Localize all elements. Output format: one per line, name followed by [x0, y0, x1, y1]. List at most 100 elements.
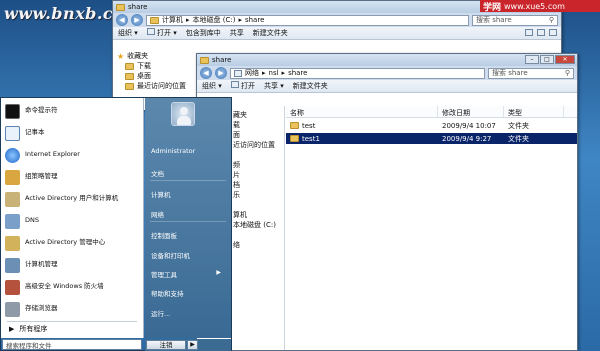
- program-computer-mgmt[interactable]: 计算机管理: [1, 254, 143, 276]
- include-library-button[interactable]: 包含到库中: [186, 28, 221, 38]
- place-devices-printers[interactable]: 设备和打印机: [151, 250, 190, 260]
- address-row: ◀ ▶ 计算机 ▸ 本地磁盘 (C:) ▸ share 搜索 share ⚲: [113, 13, 561, 27]
- place-network[interactable]: 网络: [151, 209, 164, 219]
- watermark-url: www.xue5.com: [504, 1, 565, 11]
- watermark-right: 学网 www.xue5.com: [480, 0, 600, 13]
- back-button[interactable]: ◀: [200, 67, 212, 79]
- logoff-button[interactable]: 注销: [146, 340, 186, 350]
- nav-fragment[interactable]: 乐: [233, 190, 284, 200]
- program-gpo[interactable]: 组策略管理: [1, 166, 143, 188]
- address-bar[interactable]: 网络 ▸ nsl ▸ share: [230, 67, 485, 79]
- dns-icon: [5, 213, 20, 229]
- nav-fragment[interactable]: 近访问的位置: [233, 140, 284, 150]
- preview-pane-icon[interactable]: [537, 29, 545, 36]
- nav-fragment[interactable]: 频: [233, 160, 284, 170]
- place-admin-tools[interactable]: 管理工具 ▶: [151, 269, 225, 279]
- place-control-panel[interactable]: 控制面板: [151, 230, 177, 240]
- breadcrumb-2[interactable]: share: [245, 16, 264, 24]
- watermark-cn: 学网: [483, 2, 502, 13]
- place-run[interactable]: 运行...: [151, 308, 170, 318]
- nav-fragment[interactable]: 档: [233, 180, 284, 190]
- column-name[interactable]: 名称: [286, 106, 438, 117]
- folder-icon: [290, 122, 299, 129]
- help-icon[interactable]: [549, 29, 557, 36]
- share-button[interactable]: 共享: [230, 28, 244, 38]
- program-storage[interactable]: 存储浏览器: [1, 298, 143, 320]
- toolbar: 组织 ▾ 打开 共享 ▾ 新建文件夹: [197, 80, 577, 93]
- start-menu: 命令提示符 记事本 Internet Explorer 组策略管理 Active…: [0, 97, 232, 351]
- address-row: ◀ ▶ 网络 ▸ nsl ▸ share 搜索 share ⚲: [197, 66, 577, 80]
- close-button[interactable]: ✕: [555, 55, 575, 64]
- breadcrumb-0[interactable]: 计算机: [162, 15, 183, 25]
- forward-button[interactable]: ▶: [215, 67, 227, 79]
- file-row[interactable]: test 2009/9/4 10:07 文件夹: [286, 120, 577, 131]
- nav-fragment[interactable]: 面: [233, 130, 284, 140]
- breadcrumb-2[interactable]: share: [288, 69, 307, 77]
- nav-favorites[interactable]: ★ 收藏夹: [117, 51, 191, 61]
- new-folder-button[interactable]: 新建文件夹: [253, 28, 288, 38]
- start-search-input[interactable]: 搜索程序和文件: [2, 339, 142, 350]
- ie-icon: [5, 147, 20, 163]
- program-firewall[interactable]: 高级安全 Windows 防火墙: [1, 276, 143, 298]
- search-icon: ⚲: [564, 69, 570, 77]
- share-button[interactable]: 共享 ▾: [264, 81, 284, 91]
- column-headers: 名称 修改日期 类型: [286, 106, 577, 118]
- place-help[interactable]: 帮助和支持: [151, 288, 184, 298]
- breadcrumb-1[interactable]: nsl: [269, 69, 279, 77]
- nav-fragment[interactable]: 络: [233, 240, 284, 250]
- start-menu-places: Administrator 文档 计算机 网络 控制面板 设备和打印机 管理工具…: [145, 98, 231, 338]
- start-bottom-bar: 注销 ▶: [145, 339, 231, 351]
- column-date[interactable]: 修改日期: [438, 106, 504, 117]
- nav-fragment[interactable]: 藏夹: [233, 110, 284, 120]
- maximize-button[interactable]: □: [540, 55, 554, 64]
- place-administrator[interactable]: Administrator: [151, 147, 195, 155]
- open-icon: [146, 28, 155, 35]
- program-dns[interactable]: DNS: [1, 210, 143, 232]
- breadcrumb-0[interactable]: 网络: [245, 68, 259, 78]
- place-computer[interactable]: 计算机: [151, 189, 171, 199]
- minimize-button[interactable]: –: [525, 55, 539, 64]
- place-documents[interactable]: 文档: [151, 168, 164, 178]
- view-icon[interactable]: [525, 29, 533, 36]
- program-ad-admin[interactable]: Active Directory 管理中心: [1, 232, 143, 254]
- folder-icon: [200, 56, 209, 64]
- program-ie[interactable]: Internet Explorer: [1, 144, 143, 166]
- all-programs-button[interactable]: ▶ 所有程序: [1, 322, 144, 336]
- folder-icon: [116, 3, 125, 11]
- nav-fragment[interactable]: 算机: [233, 210, 284, 220]
- titlebar[interactable]: share – □ ✕: [197, 54, 577, 66]
- organize-button[interactable]: 组织 ▾: [202, 81, 222, 91]
- program-notepad[interactable]: 记事本: [1, 122, 143, 144]
- column-type[interactable]: 类型: [504, 106, 564, 117]
- breadcrumb-1[interactable]: 本地磁盘 (C:): [193, 15, 236, 25]
- search-input[interactable]: 搜索 share ⚲: [488, 67, 574, 79]
- search-input[interactable]: 搜索 share ⚲: [472, 14, 558, 26]
- program-ad-users[interactable]: Active Directory 用户和计算机: [1, 188, 143, 210]
- ad-admin-icon: [5, 235, 20, 251]
- file-type: 文件夹: [508, 134, 529, 143]
- new-folder-button[interactable]: 新建文件夹: [293, 81, 328, 91]
- nav-fragment[interactable]: 片: [233, 170, 284, 180]
- explorer-window-front[interactable]: share – □ ✕ ◀ ▶ 网络 ▸ nsl ▸ share 搜索 shar…: [196, 53, 578, 351]
- file-date: 2009/9/4 10:07: [442, 121, 496, 130]
- open-button[interactable]: 打开: [230, 81, 255, 91]
- user-avatar[interactable]: [171, 102, 195, 126]
- file-date: 2009/9/4 9:27: [442, 134, 492, 143]
- nav-item-downloads[interactable]: 下载: [117, 61, 191, 71]
- program-cmd[interactable]: 命令提示符: [1, 100, 143, 122]
- back-button[interactable]: ◀: [116, 14, 128, 26]
- nav-fragment[interactable]: 载: [233, 120, 284, 130]
- nav-fragment[interactable]: 本地磁盘 (C:): [233, 220, 284, 230]
- nav-item-desktop[interactable]: 桌面: [117, 71, 191, 81]
- shutdown-options-button[interactable]: ▶: [187, 340, 198, 350]
- nav-item-recent[interactable]: 最近访问的位置: [117, 81, 191, 91]
- file-row-selected[interactable]: test1 2009/9/4 9:27 文件夹: [286, 133, 577, 144]
- organize-button[interactable]: 组织 ▾: [118, 28, 138, 38]
- nav-fragment: [233, 200, 284, 210]
- forward-button[interactable]: ▶: [131, 14, 143, 26]
- file-type: 文件夹: [508, 121, 529, 130]
- folder-icon: [290, 135, 299, 142]
- separator: [150, 180, 226, 181]
- address-bar[interactable]: 计算机 ▸ 本地磁盘 (C:) ▸ share: [146, 14, 469, 26]
- open-button[interactable]: 打开 ▾: [146, 28, 177, 38]
